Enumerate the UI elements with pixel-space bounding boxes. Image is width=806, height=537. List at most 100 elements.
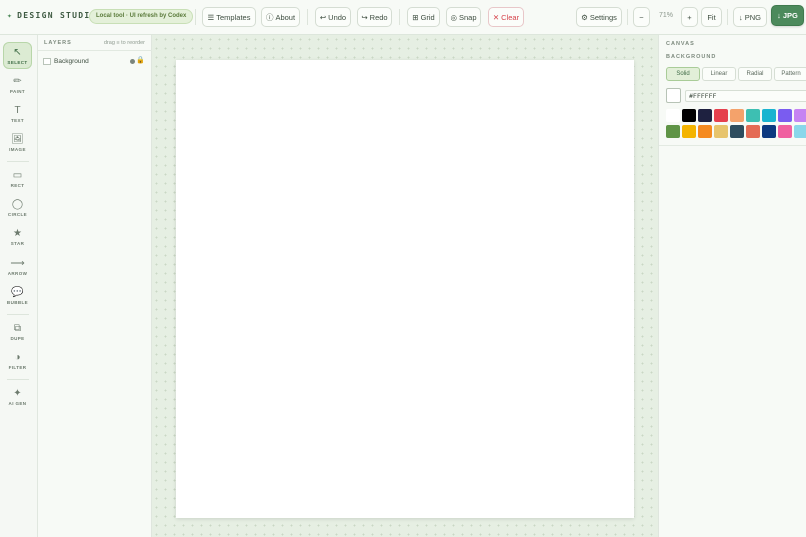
tool-star[interactable]: ★ STAR [3,223,32,250]
snap-toggle-button[interactable]: ◎ Snap [446,7,481,27]
settings-button[interactable]: ⚙ Settings [576,7,622,27]
tool-select[interactable]: ↖ SELECT [3,42,32,69]
redo-label: Redo [369,12,388,22]
undo-button[interactable]: ↩ Undo [315,7,351,27]
zoom-out-button[interactable]: − [633,7,650,27]
subsection-title: BACKGROUND [666,54,717,60]
color-swatch[interactable] [698,109,712,122]
settings-label: Settings [589,12,617,22]
color-swatch[interactable] [746,109,760,122]
clear-button[interactable]: ✕ Clear [488,7,524,27]
mode-pattern[interactable]: Pattern [774,67,806,81]
color-swatch[interactable] [762,125,776,138]
app-title: ✦ DESIGN STUDIO [7,11,97,20]
tool-filter[interactable]: ◑ FILTER [3,347,32,374]
tool-label: BUBBLE [6,299,29,305]
color-swatch[interactable] [730,109,744,122]
tool-text[interactable]: T TEXT [3,100,32,127]
tool-label: AI GEN [8,400,27,406]
hex-color-input[interactable]: #FFFFFF [685,90,806,102]
templates-button[interactable]: ☰ Templates [202,7,256,27]
color-swatch[interactable] [698,125,712,138]
lock-icon[interactable]: 🔒 [136,56,145,64]
templates-label: Templates [216,12,251,22]
current-color-swatch[interactable] [666,88,681,103]
layers-panel: LAYERS drag ≡ to reorder Background 🔒 [38,35,152,537]
zoom-in-button[interactable]: + [681,7,698,27]
color-swatch[interactable] [794,125,806,138]
divider [659,145,806,146]
export-jpg-button[interactable]: ↓ JPG [771,5,804,26]
toolbar-divider [727,9,728,25]
tool-bubble[interactable]: 💬 BUBBLE [3,282,32,309]
mode-solid[interactable]: Solid [666,67,700,81]
fit-button[interactable]: Fit [701,7,722,27]
tool-label: TEXT [10,117,25,123]
color-swatch[interactable] [778,125,792,138]
tool-dupe[interactable]: ⧉ DUPE [3,318,32,345]
layer-thumbnail-icon [43,57,51,65]
toolbar-divider [195,9,196,25]
tool-image[interactable]: 🖼 IMAGE [3,129,32,156]
download-icon: ↓ [777,11,781,20]
snap-label: Snap [459,12,477,22]
tool-label: FILTER [8,364,27,370]
about-label: About [275,12,296,22]
tool-rail: ↖ SELECT ✏ PAINT T TEXT 🖼 IMAGE ▭ RECT ◯ CIRCL… [0,35,38,537]
tool-arrow[interactable]: ⟶ ARROW [3,253,32,280]
star-icon: ★ [13,227,22,239]
tool-ai-gen[interactable]: ✦ AI GEN [3,383,32,410]
close-icon: ✕ [492,12,500,22]
color-swatch[interactable] [666,109,680,122]
top-toolbar: ✦ DESIGN STUDIO Local tool · UI refresh b… [0,0,806,35]
about-button[interactable]: ⓘ About [261,7,300,27]
color-swatch[interactable] [666,125,680,138]
toolbar-divider [627,9,628,25]
color-swatch[interactable] [682,125,696,138]
arrow-icon: ⟶ [10,257,25,269]
mode-radial[interactable]: Radial [738,67,772,81]
tool-circle[interactable]: ◯ CIRCLE [3,194,32,221]
mode-linear[interactable]: Linear [702,67,736,81]
section-title: CANVAS [666,41,695,47]
undo-icon: ↩ [319,12,327,22]
grid-icon: ⊞ [412,12,419,22]
color-swatch[interactable] [794,109,806,122]
sparkle-icon: ✦ [13,387,22,399]
color-swatch[interactable] [714,125,728,138]
tool-rect[interactable]: ▭ RECT [3,165,32,192]
color-swatch[interactable] [746,125,760,138]
color-swatch[interactable] [762,109,776,122]
design-canvas[interactable] [176,60,634,518]
color-swatch[interactable] [730,125,744,138]
zoom-level: 71% [658,12,673,19]
tool-label: DUPE [10,335,25,341]
properties-panel: CANVAS BACKGROUND Solid Linear Radial Pa… [658,35,806,537]
tool-divider [7,379,29,380]
tool-label: RECT [10,182,25,188]
brand-label: DESIGN STUDIO [17,11,97,20]
info-icon: ⓘ [265,12,274,22]
visibility-icon[interactable] [130,59,135,64]
tool-label: SELECT [7,59,28,65]
layer-item[interactable]: Background 🔒 [43,55,147,67]
tool-paint[interactable]: ✏ PAINT [3,71,32,98]
divider [38,50,152,51]
cursor-icon: ↖ [13,46,22,58]
grid-toggle-button[interactable]: ⊞ Grid [407,7,440,27]
text-icon: T [14,104,21,116]
circle-icon: ◯ [11,198,24,210]
menu-icon: ☰ [207,12,215,22]
target-icon: ◎ [450,12,457,22]
export-png-button[interactable]: ↓ PNG [733,7,767,27]
clear-label: Clear [501,12,520,22]
layer-name: Background [54,57,89,65]
tool-label: PAINT [9,88,26,94]
tool-label: CIRCLE [7,211,28,217]
color-swatch[interactable] [682,109,696,122]
layers-hint: drag ≡ to reorder [103,40,145,46]
filter-icon: ◑ [14,351,21,363]
color-swatch[interactable] [714,109,728,122]
redo-button[interactable]: ↪ Redo [357,7,392,27]
color-swatch[interactable] [778,109,792,122]
